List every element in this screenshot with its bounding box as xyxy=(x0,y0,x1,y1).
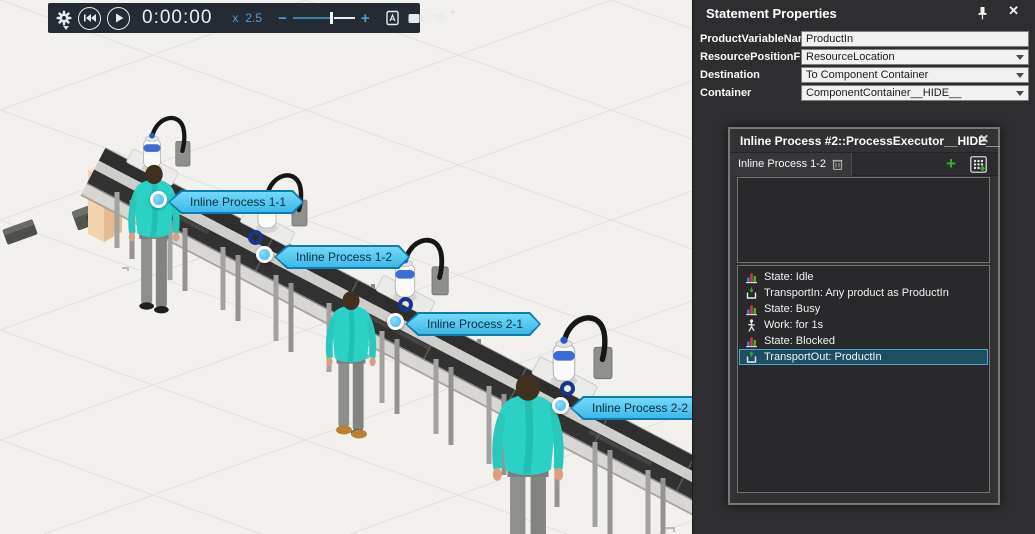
callout-text: Inline Process 1-1 xyxy=(190,195,287,209)
close-process-panel-button[interactable]: ✕ xyxy=(979,132,989,146)
process-label-1-1[interactable]: Inline Process 1-1 xyxy=(168,190,304,214)
frame-ring xyxy=(248,230,263,245)
simulation-toolbar: 0:00:00 x 2.5 − + xyxy=(48,3,456,33)
statement-text: Work: for 1s xyxy=(764,319,824,331)
process-editor-panel: Inline Process #2::ProcessExecutor__HIDE… xyxy=(728,127,1000,505)
statement-drop-area[interactable] xyxy=(737,177,990,263)
video-camera-icon xyxy=(408,13,425,23)
signal-icon xyxy=(433,11,448,24)
rewind-icon xyxy=(83,14,96,22)
simulation-time: 0:00:00 xyxy=(142,7,213,28)
process-marker[interactable] xyxy=(150,191,167,208)
statement-row-state-idle[interactable]: State: Idle xyxy=(739,269,988,285)
statement-text: State: Idle xyxy=(764,271,814,283)
resource-position-frame-dropdown[interactable]: ResourceLocation xyxy=(801,49,1029,65)
process-marker[interactable] xyxy=(387,313,404,330)
pdf-document-icon xyxy=(386,10,399,26)
pin-button[interactable] xyxy=(974,5,990,21)
play-button[interactable] xyxy=(107,6,130,30)
process-label-2-2[interactable]: Inline Process 2-2 xyxy=(570,396,692,420)
field-value: ComponentContainer__HIDE__ xyxy=(806,87,962,99)
callout-text: Inline Process 1-2 xyxy=(296,250,393,264)
state-chart-icon xyxy=(746,337,757,347)
statement-list: State: Idle TransportIn: Any product as … xyxy=(737,265,990,493)
3d-viewport[interactable]: Inline Process 1-1 Inline Process 1-2 In… xyxy=(0,0,692,534)
pin-icon xyxy=(978,7,986,20)
chevron-down-icon xyxy=(449,11,456,15)
statement-text: TransportIn: Any product as ProductIn xyxy=(764,287,949,299)
process-marker[interactable] xyxy=(256,246,273,263)
speed-x: x xyxy=(232,11,239,25)
grid-icon xyxy=(970,156,987,173)
trash-icon[interactable] xyxy=(832,158,843,170)
settings-button[interactable] xyxy=(56,5,72,31)
frame-ring xyxy=(560,381,575,396)
process-marker[interactable] xyxy=(552,397,569,414)
frame-ring xyxy=(398,297,413,312)
reset-simulation-button[interactable] xyxy=(78,6,101,30)
container-dropdown[interactable]: ComponentContainer__HIDE__ xyxy=(801,85,1029,101)
statement-properties-panel: Statement Properties ✕ ProductVariableNa… xyxy=(692,0,1035,534)
state-chart-icon xyxy=(746,305,757,315)
chevron-down-icon xyxy=(1016,91,1024,96)
transport-in-icon xyxy=(746,287,757,299)
statement-row-transport-out[interactable]: TransportOut: ProductIn xyxy=(739,349,988,365)
process-label-2-1[interactable]: Inline Process 2-1 xyxy=(405,312,541,336)
field-value: ProductIn xyxy=(806,33,854,45)
work-person-icon xyxy=(748,318,755,332)
property-row: ResourcePositionFrame ResourceLocation xyxy=(693,49,1035,65)
process-label-1-2[interactable]: Inline Process 1-2 xyxy=(274,245,410,269)
export-pdf-button[interactable] xyxy=(384,9,402,27)
gear-icon xyxy=(56,10,72,26)
property-row: Destination To Component Container xyxy=(693,67,1035,83)
statement-row-state-busy[interactable]: State: Busy xyxy=(739,301,988,317)
speed-slider[interactable] xyxy=(292,11,355,25)
add-statement-button[interactable]: + xyxy=(946,155,956,173)
field-value: To Component Container xyxy=(806,69,929,81)
statement-row-work[interactable]: Work: for 1s xyxy=(739,317,988,333)
statement-text: State: Blocked xyxy=(764,335,835,347)
transport-out-icon xyxy=(746,350,757,363)
statement-row-state-blocked[interactable]: State: Blocked xyxy=(739,333,988,349)
field-label: Container xyxy=(700,87,752,99)
speed-increase-button[interactable]: + xyxy=(361,10,370,27)
speed-value: 2.5 xyxy=(245,11,263,25)
field-value: ResourceLocation xyxy=(806,51,895,63)
property-row: Container ComponentContainer__HIDE__ xyxy=(693,85,1035,101)
statement-wizard-button[interactable] xyxy=(970,156,987,173)
warmup-signal-button[interactable] xyxy=(432,9,456,27)
statement-row-transport-in[interactable]: TransportIn: Any product as ProductIn xyxy=(739,285,988,301)
slider-handle[interactable] xyxy=(329,12,333,24)
callout-text: Inline Process 2-2 xyxy=(592,401,689,415)
close-panel-button[interactable]: ✕ xyxy=(1008,3,1019,19)
statement-text: State: Busy xyxy=(764,303,821,315)
state-chart-icon xyxy=(746,273,757,283)
chevron-down-icon xyxy=(1016,55,1024,60)
process-tab-row: Inline Process 1-2 + xyxy=(730,152,998,176)
process-panel-titlebar[interactable]: Inline Process #2::ProcessExecutor__HIDE… xyxy=(730,129,1000,153)
property-row: ProductVariableName ProductIn xyxy=(693,31,1035,47)
panel-title: Statement Properties xyxy=(706,5,837,21)
chevron-down-icon xyxy=(63,26,69,30)
tab-inline-process-1-2[interactable]: Inline Process 1-2 xyxy=(730,152,853,176)
panel-titlebar: Statement Properties ✕ xyxy=(693,0,1035,26)
chevron-down-icon xyxy=(1016,73,1024,78)
slider-track-filled xyxy=(292,17,331,19)
destination-dropdown[interactable]: To Component Container xyxy=(801,67,1029,83)
field-label: Destination xyxy=(700,69,760,81)
callout-text: Inline Process 2-1 xyxy=(427,317,524,331)
statement-text: TransportOut: ProductIn xyxy=(764,351,882,363)
process-panel-title: Inline Process #2::ProcessExecutor__HIDE… xyxy=(740,133,1000,148)
product-variable-name-input[interactable]: ProductIn xyxy=(801,31,1029,47)
speed-decrease-button[interactable]: − xyxy=(278,10,287,27)
speed-indicator[interactable]: x 2.5 xyxy=(232,11,262,25)
field-label: ProductVariableName xyxy=(700,33,814,45)
process-panel-content: State: Idle TransportIn: Any product as … xyxy=(737,177,990,493)
play-icon xyxy=(115,13,123,23)
record-video-button[interactable] xyxy=(408,9,426,27)
tab-label: Inline Process 1-2 xyxy=(738,158,827,170)
slider-track-empty xyxy=(333,17,355,19)
